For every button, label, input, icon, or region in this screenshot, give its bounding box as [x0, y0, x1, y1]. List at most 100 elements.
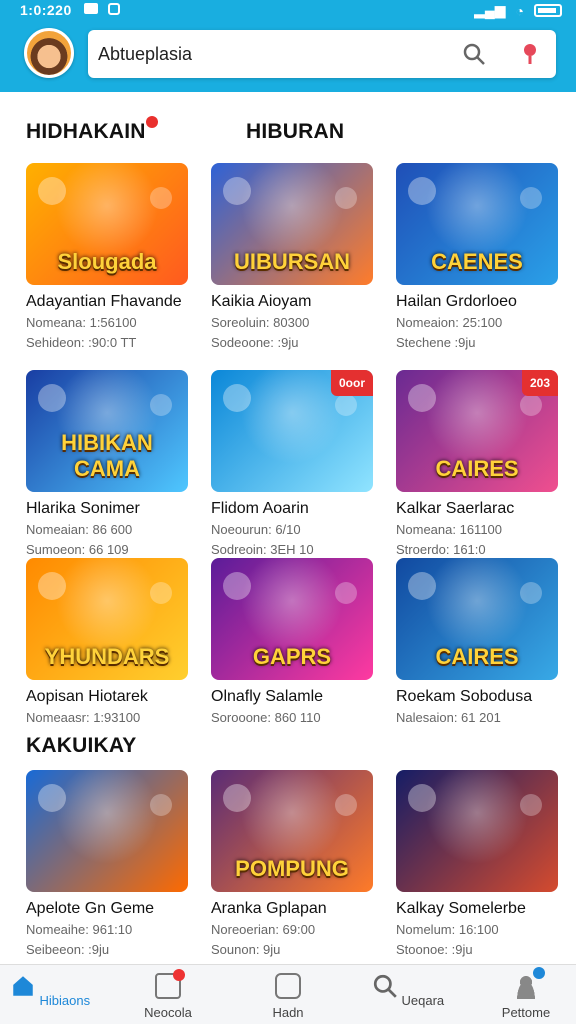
game-meta-line-2: Seibeeon: :9ju — [26, 942, 110, 957]
game-thumbnail[interactable]: UIBURSAN — [211, 163, 373, 285]
game-thumbnail[interactable]: CAENES — [396, 163, 558, 285]
game-thumbnail[interactable]: YHUNDARS — [26, 558, 188, 680]
nav-search[interactable]: Ueqara — [358, 971, 458, 1008]
gamepad-icon — [155, 969, 185, 999]
game-card[interactable]: CAENES Hailan Grdorloeo Nomeaion: 25:100 St… — [396, 163, 558, 351]
thumbnail-title: CAIRES — [435, 644, 519, 669]
decor-shape — [38, 572, 66, 600]
decor-shape — [38, 784, 66, 812]
game-card[interactable]: GAPRS Olnafly Salamle Sorooone: 860 110 — [211, 558, 373, 726]
decor-shape — [150, 394, 172, 416]
game-meta-line-2: Sodeoone: :9ju — [211, 335, 299, 350]
mail-icon — [84, 3, 98, 14]
thumbnail-title: GAPRS — [252, 644, 332, 669]
game-title[interactable]: Aranka Gplapan — [211, 900, 373, 918]
nav-label-hub: Hadn — [272, 1005, 304, 1020]
game-thumbnail[interactable]: CAIRES 203 — [396, 370, 558, 492]
game-card[interactable]: Slougada Adayantian Fhavande Nomeana: 1:56… — [26, 163, 188, 351]
game-meta-line-1: Nomeaasr: 1:93100 — [26, 710, 141, 725]
avatar[interactable] — [24, 28, 74, 78]
game-card[interactable]: Kalkay Somelerbe Nomelum: 16:100 Stoonoe: … — [396, 770, 558, 958]
game-thumbnail[interactable]: Slougada — [26, 163, 188, 285]
mic-icon[interactable] — [518, 42, 542, 66]
game-meta-line-1: Nomeana: 161100 — [396, 522, 503, 537]
decor-shape — [335, 794, 357, 816]
status-bar: 1:0:220 ▂▄▆ ◔ — [0, 0, 576, 20]
game-meta-line-2: Sehideon: :90:0 TT — [26, 335, 137, 350]
game-meta-line-2: Stoonoe: :9ju — [396, 942, 473, 957]
notification-icon — [108, 3, 120, 15]
nav-home[interactable]: Hibiaons — [0, 971, 100, 1008]
game-meta-line-1: Noreoerian: 69:00 — [211, 922, 316, 937]
section-title-right: HIBURAN — [246, 120, 345, 143]
game-title[interactable]: Aopisan Hiotarek — [26, 688, 188, 706]
signal-icon: ▂▄▆ — [474, 2, 506, 18]
nav-badge — [533, 967, 545, 979]
nav-profile[interactable]: Pettome — [476, 967, 576, 1020]
nav-hub[interactable]: Hadn — [238, 971, 338, 1020]
game-meta-line-2: Sounon: 9ju — [211, 942, 281, 957]
game-title[interactable]: Kalkar Saerlarac — [396, 500, 558, 518]
game-card[interactable]: 0oor Flidom Aoarin Noeourun: 6/10 Sodreoin:… — [211, 370, 373, 558]
thumbnail-title: UIBURSAN — [233, 249, 351, 274]
search-icon[interactable] — [462, 42, 486, 66]
game-thumbnail[interactable]: HIBIKAN CAMA — [26, 370, 188, 492]
game-meta-line-2: Stechene :9ju — [396, 335, 476, 350]
section-title-second: KAKUIKAY — [26, 734, 137, 757]
decor-shape — [150, 794, 172, 816]
dice-icon — [275, 973, 301, 999]
game-thumbnail[interactable]: GAPRS — [211, 558, 373, 680]
decor-shape — [520, 187, 542, 209]
status-time: 1:0:220 — [20, 2, 72, 18]
nav-label-search: Ueqara — [401, 993, 445, 1008]
card-badge: 203 — [521, 370, 558, 396]
game-title[interactable]: Roekam Sobodusa — [396, 688, 558, 706]
game-meta-line-1: Nomeaian: 86 600 — [26, 522, 133, 537]
game-title[interactable]: Apelote Gn Geme — [26, 900, 188, 918]
game-thumbnail[interactable] — [26, 770, 188, 892]
decor-shape — [150, 582, 172, 604]
game-title[interactable]: Hlarika Sonimer — [26, 500, 188, 518]
section-title-left: HIDHAKAIN — [26, 120, 146, 143]
search-bar — [88, 30, 556, 78]
decor-shape — [408, 177, 436, 205]
game-thumbnail[interactable] — [396, 770, 558, 892]
decor-shape — [408, 384, 436, 412]
game-card[interactable]: Apelote Gn Geme Nomeaihe: 961:10 Seibeeon:… — [26, 770, 188, 958]
nav-badge — [173, 969, 185, 981]
decor-shape — [520, 794, 542, 816]
nav-label-profile: Pettome — [501, 1005, 551, 1020]
search-icon — [373, 974, 397, 998]
game-title[interactable]: Kaikia Aioyam — [211, 293, 373, 311]
decor-shape — [150, 187, 172, 209]
game-card[interactable]: POMPUNG Aranka Gplapan Noreoerian: 69:00 So… — [211, 770, 373, 958]
search-input[interactable] — [98, 38, 448, 70]
profile-icon — [513, 967, 545, 999]
game-title[interactable]: Hailan Grdorloeo — [396, 293, 558, 311]
decor-shape — [335, 582, 357, 604]
thumbnail-title: POMPUNG — [235, 856, 349, 881]
thumbnail-title: Slougada — [57, 249, 157, 274]
game-title[interactable]: Flidom Aoarin — [211, 500, 373, 518]
home-icon — [13, 976, 33, 996]
decor-shape — [223, 177, 251, 205]
game-card[interactable]: HIBIKAN CAMA Hlarika Sonimer Nomeaian: 86 … — [26, 370, 188, 558]
game-thumbnail[interactable]: CAIRES — [396, 558, 558, 680]
game-title[interactable]: Olnafly Salamle — [211, 688, 373, 706]
game-card[interactable]: CAIRES 203 Kalkar Saerlarac Nomeana: 161100… — [396, 370, 558, 558]
game-title[interactable]: Adayantian Fhavande — [26, 293, 188, 311]
nav-games[interactable]: Neocola — [118, 969, 218, 1020]
game-thumbnail[interactable]: POMPUNG — [211, 770, 373, 892]
decor-shape — [335, 187, 357, 209]
game-thumbnail[interactable]: 0oor — [211, 370, 373, 492]
thumbnail-title: HIBIKAN CAMA — [61, 430, 153, 481]
game-card[interactable]: UIBURSAN Kaikia Aioyam Soreoluin: 80300 Sod… — [211, 163, 373, 351]
game-title[interactable]: Kalkay Somelerbe — [396, 900, 558, 918]
game-meta-line-2: Sumoeon: 66 109 — [26, 542, 129, 557]
game-card[interactable]: CAIRES Roekam Sobodusa Nalesaion: 61 201 — [396, 558, 558, 726]
game-meta-line-2: Sodreoin: 3EH 10 — [211, 542, 314, 557]
thumbnail-title: CAIRES — [435, 456, 519, 481]
app-header — [0, 20, 576, 92]
decor-shape — [223, 572, 251, 600]
game-card[interactable]: YHUNDARS Aopisan Hiotarek Nomeaasr: 1:9310… — [26, 558, 188, 726]
